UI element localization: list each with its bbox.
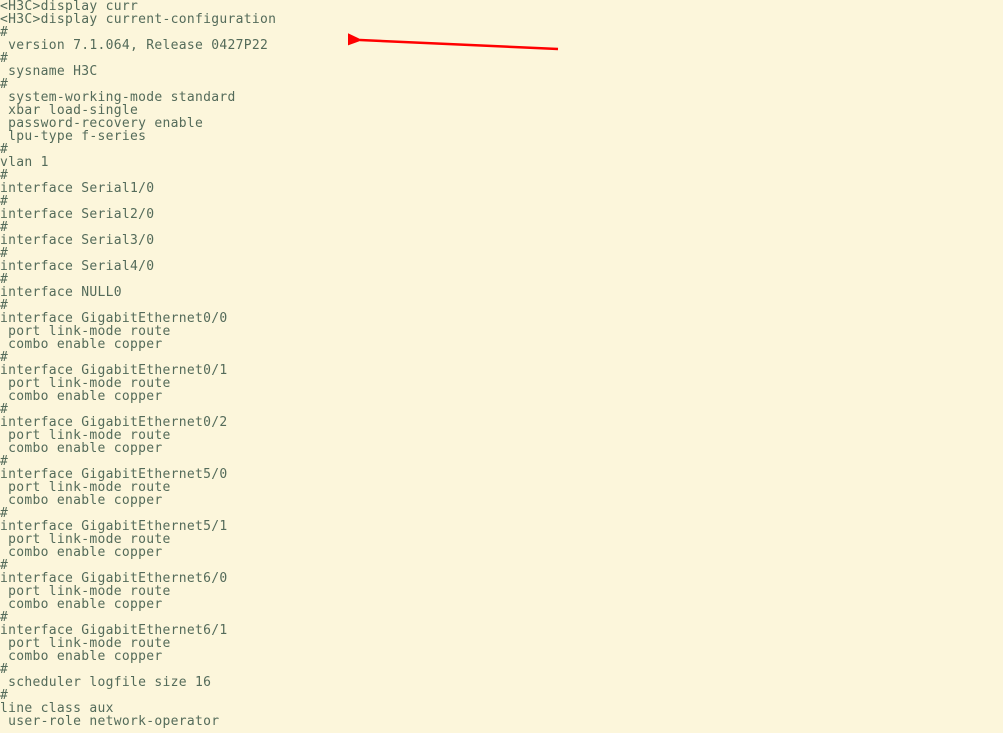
terminal-output[interactable]: <H3C>display curr <H3C>display current-c… [0, 0, 1003, 728]
